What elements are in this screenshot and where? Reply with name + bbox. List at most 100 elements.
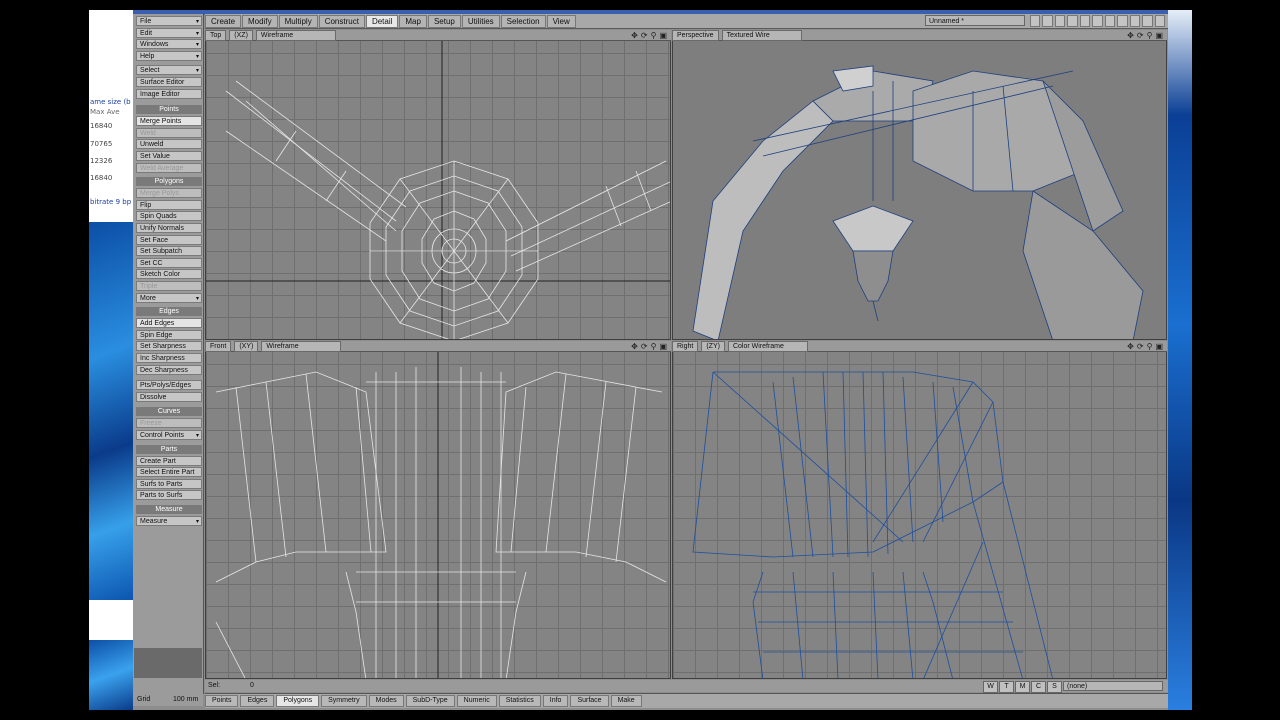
tool-set-sharpness-button[interactable]: Set Sharpness — [136, 341, 202, 352]
mode-info-button[interactable]: Info — [542, 695, 569, 707]
tool-freeze-button[interactable]: Freeze — [136, 418, 202, 429]
layer-icon[interactable] — [1129, 15, 1141, 27]
render-mode-top[interactable]: Wireframe — [255, 29, 336, 41]
tab-selection[interactable]: Selection — [500, 14, 546, 28]
tool-select-button[interactable]: Select ▾ — [136, 65, 202, 76]
tool-set-value-button[interactable]: Set Value — [136, 151, 202, 161]
tab-construct[interactable]: Construct — [318, 14, 365, 28]
tool-file-button[interactable]: File ▾ — [136, 16, 202, 26]
tool-image-editor-button[interactable]: Image Editor — [136, 88, 202, 99]
zoom-icon[interactable]: ⚲ — [1147, 342, 1153, 351]
tool-windows-button[interactable]: Windows ▾ — [136, 39, 202, 50]
tool-measure-button[interactable]: Measure ▾ — [136, 516, 202, 526]
layer-icon[interactable] — [1067, 15, 1078, 27]
view-selector-perspective[interactable]: Perspective — [672, 29, 719, 41]
tab-setup[interactable]: Setup — [427, 14, 461, 28]
mode-points-button[interactable]: Points — [205, 695, 239, 707]
tool-parts-to-surfs-button[interactable]: Parts to Surfs — [136, 490, 202, 501]
tool-edit-button[interactable]: Edit ▾ — [136, 27, 202, 38]
render-mode-front[interactable]: Wireframe — [261, 340, 342, 352]
mode-statistics-button[interactable]: Statistics — [498, 695, 541, 707]
toggle-s[interactable]: S — [1047, 681, 1062, 693]
tab-view[interactable]: View — [546, 14, 576, 28]
layer-icon[interactable] — [1092, 15, 1103, 27]
tool-unweld-button[interactable]: Unweld — [136, 139, 202, 150]
move-icon[interactable]: ✥ — [1127, 342, 1134, 351]
toggle-m[interactable]: M — [1015, 681, 1030, 693]
tool-create-part-button[interactable]: Create Part — [136, 455, 202, 466]
rotate-icon[interactable]: ⟳ — [641, 31, 648, 40]
tab-modify[interactable]: Modify — [242, 14, 278, 28]
tab-multiply[interactable]: Multiply — [278, 14, 318, 28]
rotate-icon[interactable]: ⟳ — [1137, 31, 1144, 40]
viewport-right[interactable] — [672, 341, 1167, 679]
tab-create[interactable]: Create — [205, 14, 242, 28]
layer-icon[interactable] — [1142, 15, 1153, 27]
maximize-icon[interactable]: ▣ — [659, 342, 667, 351]
mode-surface-button[interactable]: Surface — [570, 695, 609, 707]
layer-selector[interactable]: (none) — [1063, 681, 1163, 691]
zoom-icon[interactable]: ⚲ — [651, 342, 657, 351]
tool-add-edges-button[interactable]: Add Edges — [136, 318, 202, 329]
layer-icon[interactable] — [1104, 15, 1116, 27]
mode-polygons-button[interactable]: Polygons — [276, 695, 320, 707]
toggle-c[interactable]: C — [1031, 681, 1046, 693]
rotate-icon[interactable]: ⟳ — [1137, 342, 1144, 351]
render-mode-perspective[interactable]: Textured Wire — [721, 29, 802, 41]
viewport-front[interactable] — [205, 341, 671, 679]
render-mode-right[interactable]: Color Wireframe — [727, 340, 808, 352]
mode-subd-type-button[interactable]: SubD-Type — [405, 695, 455, 707]
tab-map[interactable]: Map — [399, 14, 427, 28]
mode-symmetry-button[interactable]: Symmetry — [321, 695, 367, 707]
tool-more-button[interactable]: More ▾ — [136, 292, 202, 303]
tool-surfs-to-parts-button[interactable]: Surfs to Parts — [136, 478, 202, 489]
layer-icon[interactable] — [1117, 15, 1128, 27]
viewport-top[interactable] — [205, 30, 671, 340]
tool-set-subpatch-button[interactable]: Set Subpatch — [136, 246, 202, 257]
tool-surface-editor-button[interactable]: Surface Editor — [136, 77, 202, 87]
layer-icon[interactable] — [1030, 15, 1041, 27]
tool-set-cc-button[interactable]: Set CC — [136, 257, 202, 268]
mode-edges-button[interactable]: Edges — [240, 695, 275, 707]
tool-weld-average-button[interactable]: Weld Average — [136, 162, 202, 173]
maximize-icon[interactable]: ▣ — [1155, 31, 1163, 40]
object-selector[interactable]: Unnamed * — [925, 15, 1025, 26]
layer-icon[interactable] — [1042, 15, 1053, 27]
layer-icon[interactable] — [1079, 15, 1091, 27]
layer-icon[interactable] — [1054, 15, 1066, 27]
tool-weld-button[interactable]: Weld — [136, 127, 202, 138]
maximize-icon[interactable]: ▣ — [1155, 342, 1163, 351]
view-selector-front[interactable]: Front — [205, 340, 232, 352]
rotate-icon[interactable]: ⟳ — [641, 342, 648, 351]
mode-numeric-button[interactable]: Numeric — [456, 695, 497, 707]
view-selector-top[interactable]: Top — [205, 29, 227, 41]
zoom-icon[interactable]: ⚲ — [651, 31, 657, 40]
tool-dec-sharpness-button[interactable]: Dec Sharpness — [136, 364, 202, 375]
tool-triple-button[interactable]: Triple — [136, 281, 202, 291]
tool-flip-button[interactable]: Flip — [136, 199, 202, 210]
tool-help-button[interactable]: Help ▾ — [136, 50, 202, 61]
tool-unify-normals-button[interactable]: Unify Normals — [136, 223, 202, 233]
toggle-w[interactable]: W — [983, 681, 998, 693]
tool-spin-quads-button[interactable]: Spin Quads — [136, 211, 202, 222]
tab-detail[interactable]: Detail — [365, 14, 399, 28]
tool-dissolve-button[interactable]: Dissolve — [136, 391, 202, 402]
move-icon[interactable]: ✥ — [1127, 31, 1134, 40]
viewport-perspective[interactable] — [672, 30, 1167, 340]
mode-make-button[interactable]: Make — [610, 695, 642, 707]
move-icon[interactable]: ✥ — [631, 342, 638, 351]
move-icon[interactable]: ✥ — [631, 31, 638, 40]
tool-merge-polys-button[interactable]: Merge Polys — [136, 188, 202, 199]
tab-utilities[interactable]: Utilities — [461, 14, 500, 28]
tool-control-points-button[interactable]: Control Points ▾ — [136, 430, 202, 440]
layer-icon[interactable] — [1154, 15, 1165, 27]
tool-sketch-color-button[interactable]: Sketch Color — [136, 269, 202, 280]
view-selector-right[interactable]: Right — [672, 340, 699, 352]
tool-merge-points-button[interactable]: Merge Points — [136, 116, 202, 127]
tool-spin-edge-button[interactable]: Spin Edge — [136, 329, 202, 340]
maximize-icon[interactable]: ▣ — [659, 31, 667, 40]
tool-select-entire-part-button[interactable]: Select Entire Part — [136, 467, 202, 478]
tool-inc-sharpness-button[interactable]: Inc Sharpness — [136, 353, 202, 363]
mode-modes-button[interactable]: Modes — [368, 695, 404, 707]
toggle-t[interactable]: T — [999, 681, 1014, 693]
